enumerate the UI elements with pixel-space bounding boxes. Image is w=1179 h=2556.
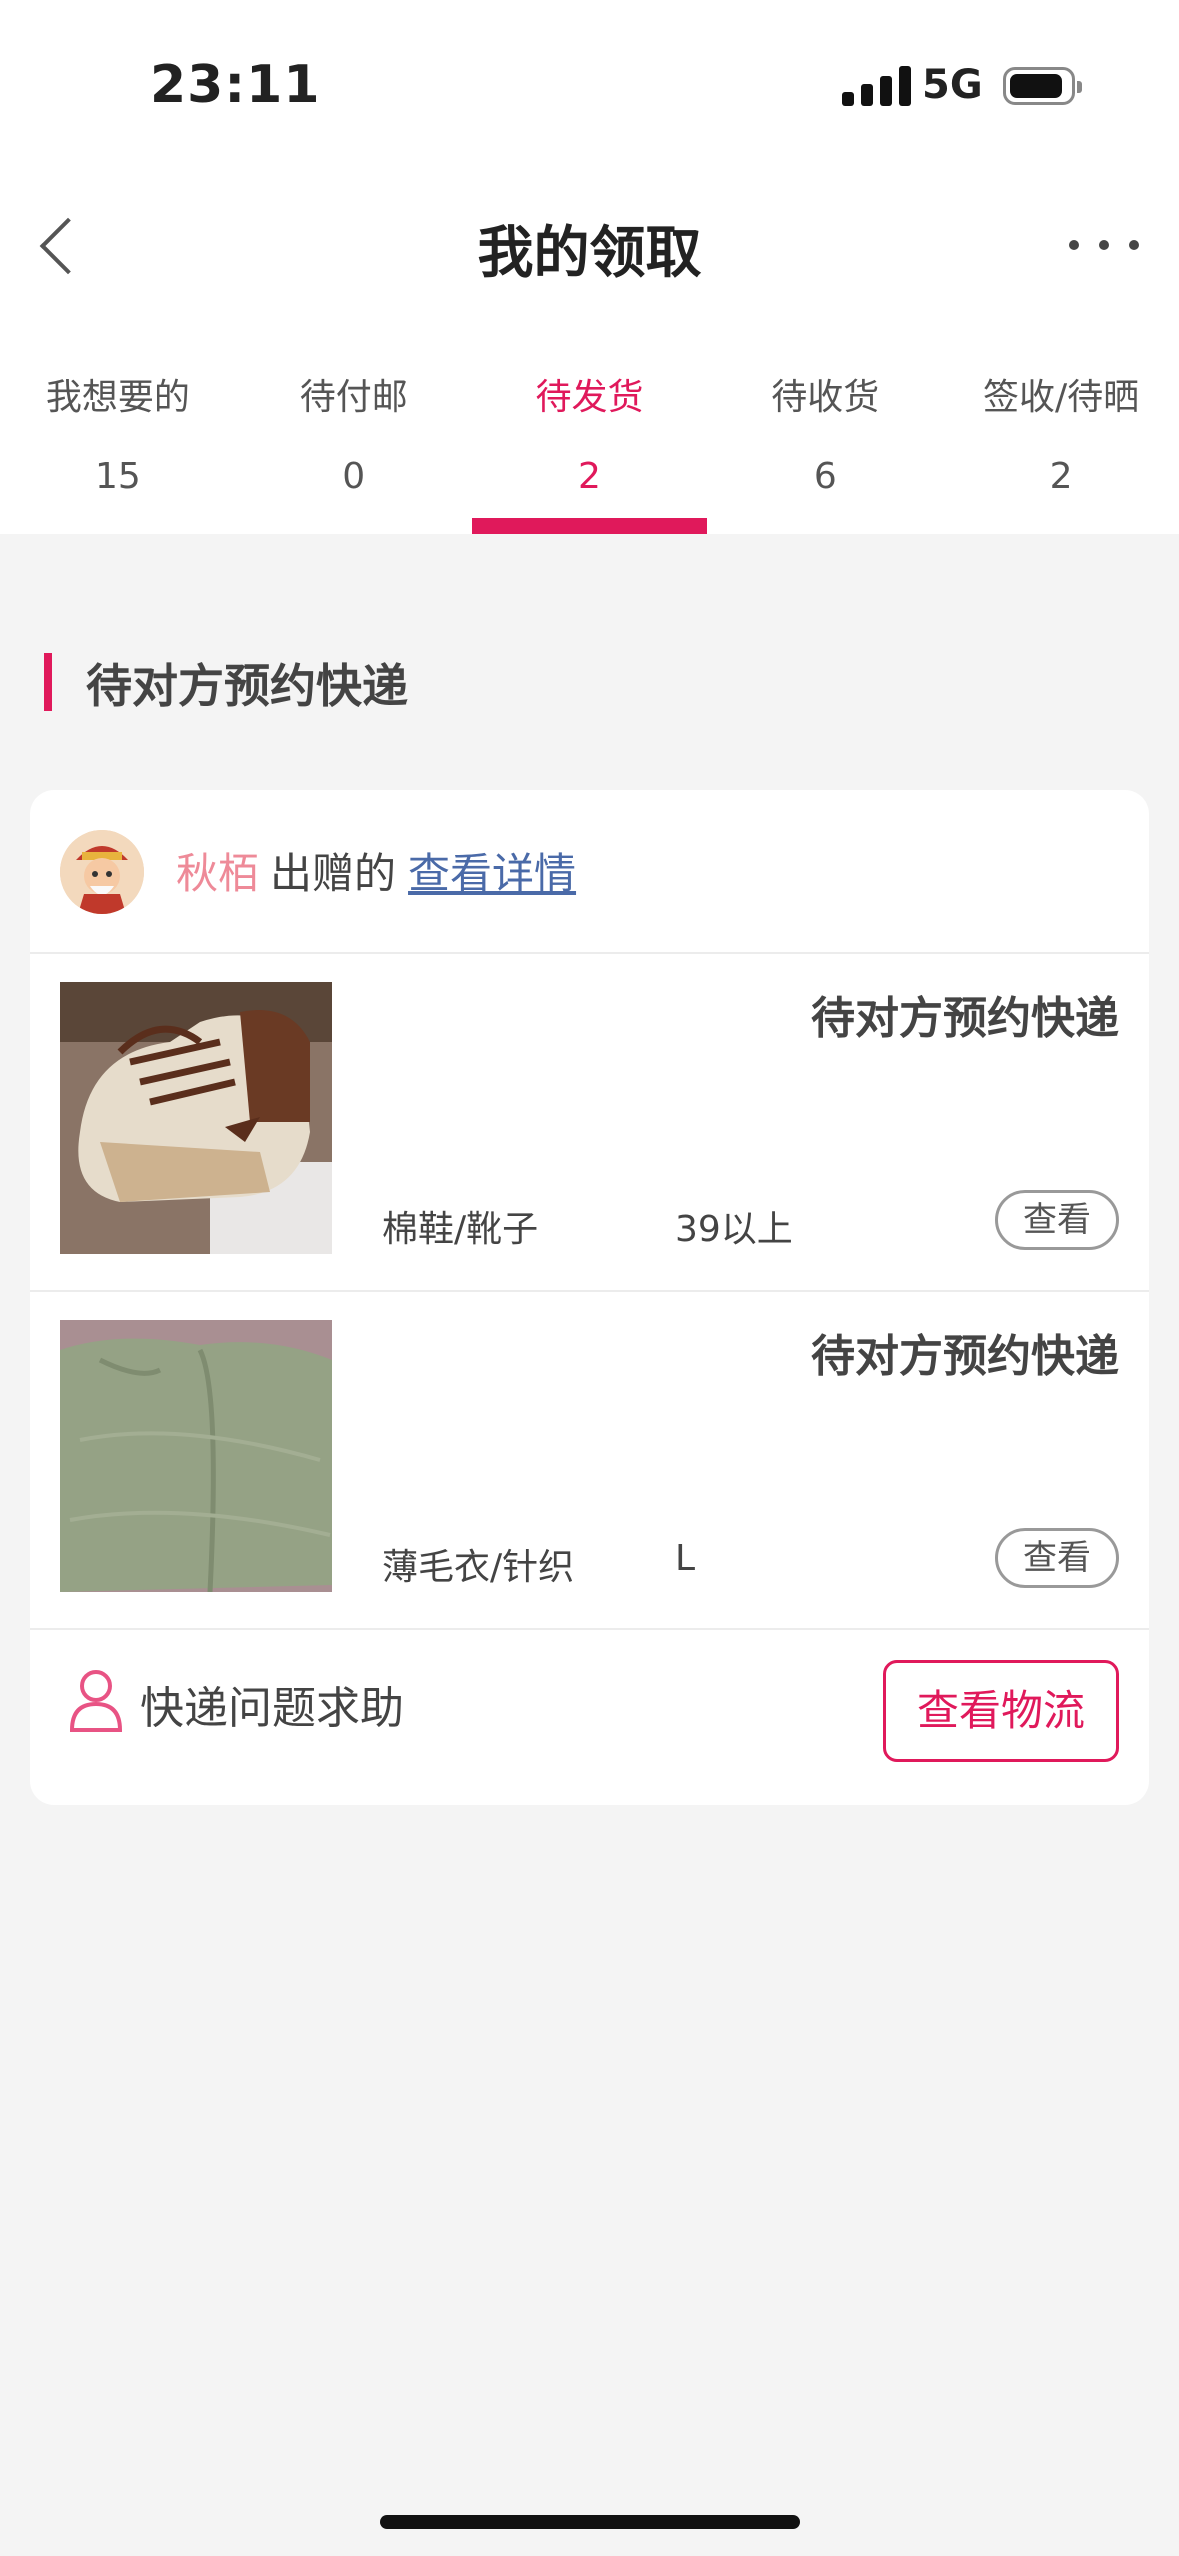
list-item[interactable]: 待对方预约快递 薄毛衣/针织 L 查看 [30,1290,1149,1630]
giver-name[interactable]: 秋栢 [176,849,260,898]
tab-wanted[interactable]: 我想要的 15 [0,320,236,534]
giver-row: 秋栢 出赠的 查看详情 [30,790,1149,954]
item-status: 待对方预约快递 [811,1331,1119,1382]
tab-count: 0 [342,456,366,497]
view-button[interactable]: 查看 [995,1528,1119,1588]
card-footer: 快递问题求助 查看物流 [30,1628,1149,1805]
giver-suffix: 出赠的 [270,849,397,898]
status-bar: 23:11 5G [0,0,1179,170]
item-size: L [675,1538,696,1579]
status-tabs: 我想要的 15 待付邮 0 待发货 2 待收货 6 签收/待晒 2 [0,320,1179,534]
view-details-link[interactable]: 查看详情 [408,849,576,898]
list-item[interactable]: 待对方预约快递 棉鞋/靴子 39以上 查看 [30,952,1149,1292]
tab-pending-postage[interactable]: 待付邮 0 [236,320,472,534]
item-image[interactable] [60,1320,332,1592]
person-icon[interactable] [66,1668,126,1732]
tab-signed-review[interactable]: 签收/待晒 2 [943,320,1179,534]
more-options-icon[interactable] [1069,220,1139,270]
tab-label: 待收货 [771,377,880,418]
section-accent-bar [44,653,52,711]
active-tab-indicator [471,518,708,534]
avatar[interactable] [60,830,144,914]
home-indicator[interactable] [380,2515,800,2529]
tab-count: 2 [1049,456,1073,497]
battery-icon [1003,67,1082,105]
section-title: 待对方预约快递 [86,659,408,713]
item-category: 棉鞋/靴子 [382,1209,539,1250]
nav-bar: 我的领取 [0,170,1179,320]
tab-count: 15 [94,456,141,497]
item-category: 薄毛衣/针织 [382,1547,575,1588]
tab-label: 待付邮 [299,377,408,418]
view-logistics-button[interactable]: 查看物流 [883,1660,1119,1762]
item-size: 39以上 [675,1209,793,1250]
view-button[interactable]: 查看 [995,1190,1119,1250]
tab-count: 2 [578,456,601,497]
tab-pending-receipt[interactable]: 待收货 6 [707,320,943,534]
item-image[interactable] [60,982,332,1254]
tab-label: 签收/待晒 [983,377,1140,418]
network-type: 5G [922,62,983,108]
tab-count: 6 [813,456,837,497]
page-title: 我的领取 [477,221,702,286]
order-card: 秋栢 出赠的 查看详情 待对方预约快递 棉鞋/靴子 39以上 查看 待对方预约快… [30,790,1149,1805]
status-time: 23:11 [150,55,321,115]
signal-icon [842,66,912,106]
delivery-help-link[interactable]: 快递问题求助 [140,1672,404,1736]
item-status: 待对方预约快递 [811,993,1119,1044]
tab-label: 待发货 [535,377,644,418]
tab-pending-shipment[interactable]: 待发货 2 [471,320,708,534]
tab-label: 我想要的 [45,377,190,418]
